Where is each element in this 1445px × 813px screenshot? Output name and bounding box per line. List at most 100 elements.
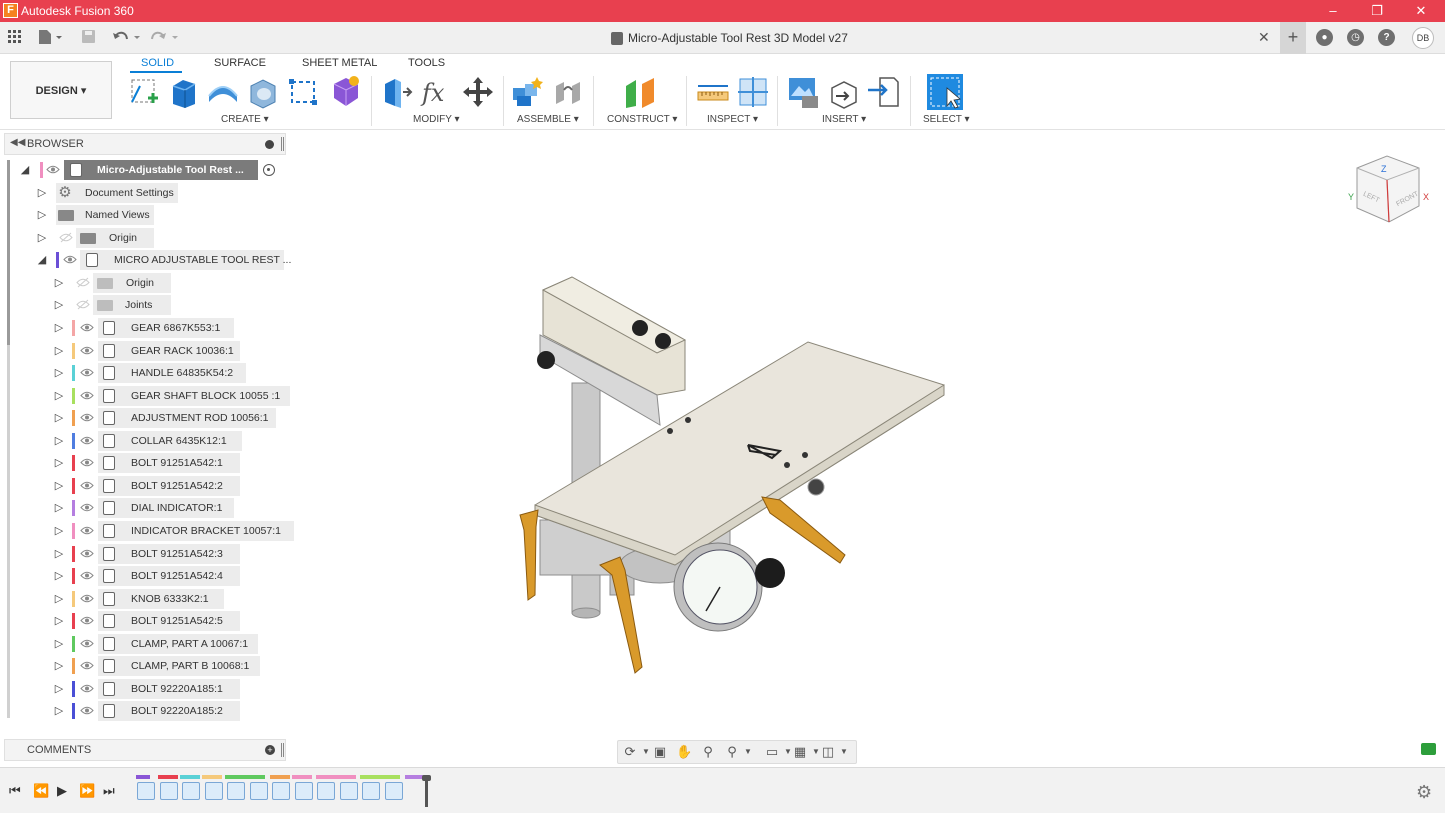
save-icon[interactable] bbox=[81, 29, 97, 45]
browser-part-row[interactable]: ▷ KNOB 6333K2:1 bbox=[14, 589, 286, 609]
browser-part-row[interactable]: ▷ BOLT 91251A542:3 bbox=[14, 544, 286, 564]
press-pull-icon[interactable] bbox=[379, 74, 415, 110]
go-to-start-icon[interactable]: ⏮ bbox=[9, 783, 21, 799]
browser-part-row[interactable]: ▷ BOLT 91251A542:2 bbox=[14, 476, 286, 496]
timeline-settings-gear-icon[interactable]: ⚙ bbox=[1416, 782, 1432, 803]
extrude-icon[interactable] bbox=[165, 74, 201, 110]
move-copy-icon[interactable] bbox=[460, 74, 496, 110]
expand-arrow-icon[interactable]: ▷ bbox=[53, 434, 65, 447]
browser-item-named-views[interactable]: ▷ Named Views bbox=[14, 205, 286, 225]
expand-arrow-icon[interactable]: ▷ bbox=[53, 298, 65, 311]
help-icon[interactable]: ? bbox=[1378, 29, 1395, 46]
go-to-end-icon[interactable]: ⏭ bbox=[103, 783, 115, 799]
browser-part-row[interactable]: ▷ CLAMP, PART B 10068:1 bbox=[14, 656, 286, 676]
browser-part-row[interactable]: ▷ ADJUSTMENT ROD 10056:1 bbox=[14, 408, 286, 428]
browser-collapse-button[interactable] bbox=[265, 140, 274, 149]
browser-subitem-origin[interactable]: ▷ Origin bbox=[14, 273, 286, 293]
pan-hand-icon[interactable]: ✋ bbox=[676, 745, 692, 759]
timeline-feature-icon[interactable] bbox=[362, 782, 380, 800]
model-viewport[interactable] bbox=[500, 265, 960, 685]
expand-arrow-icon[interactable]: ▷ bbox=[53, 659, 65, 672]
user-avatar[interactable]: DB bbox=[1412, 27, 1434, 49]
create-menu[interactable]: CREATE ▾ bbox=[221, 114, 269, 125]
visibility-eye-icon[interactable] bbox=[80, 480, 94, 491]
assemble-menu[interactable]: ASSEMBLE ▾ bbox=[517, 114, 579, 125]
zoom-icon[interactable]: ⚲ bbox=[700, 745, 716, 759]
expand-arrow-icon[interactable]: ▷ bbox=[53, 547, 65, 560]
close-button[interactable]: ✕ bbox=[1406, 2, 1436, 20]
restore-button[interactable]: ❐ bbox=[1362, 2, 1392, 20]
visibility-eye-icon[interactable] bbox=[80, 683, 94, 694]
select-icon[interactable] bbox=[927, 74, 963, 110]
look-at-icon[interactable]: ▣ bbox=[652, 745, 668, 759]
visibility-eye-icon[interactable] bbox=[80, 390, 94, 401]
browser-part-row[interactable]: ▷ BOLT 91251A542:5 bbox=[14, 611, 286, 631]
new-component-icon[interactable] bbox=[509, 74, 545, 110]
viewports-dropdown-icon[interactable]: ▼ bbox=[836, 745, 852, 759]
browser-part-row[interactable]: ▷ COLLAR 6435K12:1 bbox=[14, 431, 286, 451]
timeline-feature-icon[interactable] bbox=[272, 782, 290, 800]
visibility-eye-icon[interactable] bbox=[63, 254, 77, 265]
extensions-icon[interactable]: ● bbox=[1316, 29, 1333, 46]
hidden-eye-icon[interactable] bbox=[76, 299, 90, 310]
activate-component-icon[interactable] bbox=[263, 164, 275, 176]
expand-arrow-icon[interactable]: ▷ bbox=[36, 231, 48, 244]
browser-part-row[interactable]: ▷ CLAMP, PART A 10067:1 bbox=[14, 634, 286, 654]
browser-item-origin[interactable]: ▷ Origin bbox=[14, 228, 286, 248]
browser-part-row[interactable]: ▷ GEAR RACK 10036:1 bbox=[14, 341, 286, 361]
expand-arrow-icon[interactable]: ▷ bbox=[53, 524, 65, 537]
browser-part-row[interactable]: ▷ INDICATOR BRACKET 10057:1 bbox=[14, 521, 294, 541]
step-back-icon[interactable]: ⏪ bbox=[33, 783, 49, 799]
parameters-fx-icon[interactable]: fx bbox=[419, 74, 455, 110]
expand-arrow-icon[interactable]: ▷ bbox=[53, 344, 65, 357]
step-forward-icon[interactable]: ⏩ bbox=[79, 783, 95, 799]
expand-arrow-icon[interactable]: ▷ bbox=[53, 366, 65, 379]
orbit-icon[interactable]: ⟳ bbox=[622, 745, 638, 759]
timeline-feature-icon[interactable] bbox=[182, 782, 200, 800]
play-icon[interactable]: ▶ bbox=[57, 783, 67, 799]
expand-arrow-icon[interactable]: ▷ bbox=[53, 614, 65, 627]
add-comment-button[interactable]: + bbox=[265, 745, 275, 755]
new-tab-button[interactable]: + bbox=[1280, 22, 1306, 54]
timeline-feature-icon[interactable] bbox=[159, 782, 178, 800]
job-status-icon[interactable]: ◷ bbox=[1347, 29, 1364, 46]
visibility-eye-icon[interactable] bbox=[80, 435, 94, 446]
box-icon[interactable] bbox=[285, 74, 321, 110]
visibility-eye-icon[interactable] bbox=[80, 457, 94, 468]
tab-solid[interactable]: SOLID bbox=[141, 57, 174, 69]
timeline-feature-icon[interactable] bbox=[204, 782, 223, 800]
visibility-eye-icon[interactable] bbox=[80, 548, 94, 559]
comment-chat-icon[interactable] bbox=[1421, 743, 1436, 755]
collapse-arrow-icon[interactable]: ◢ bbox=[36, 253, 48, 266]
visibility-eye-icon[interactable] bbox=[80, 638, 94, 649]
timeline-feature-icon[interactable] bbox=[384, 782, 403, 800]
browser-part-row[interactable]: ▷ BOLT 91251A542:4 bbox=[14, 566, 286, 586]
insert-menu[interactable]: INSERT ▾ bbox=[822, 114, 866, 125]
joint-icon[interactable] bbox=[550, 74, 586, 110]
fit-dropdown-icon[interactable]: ▼ bbox=[740, 745, 756, 759]
minimize-button[interactable]: – bbox=[1318, 2, 1348, 20]
timeline-feature-icon[interactable] bbox=[317, 782, 335, 800]
browser-part-row[interactable]: ▷ GEAR SHAFT BLOCK 10055 :1 bbox=[14, 386, 290, 406]
expand-arrow-icon[interactable]: ▷ bbox=[53, 411, 65, 424]
viewports-icon[interactable]: ◫ bbox=[820, 745, 836, 759]
insert-canvas-icon[interactable] bbox=[786, 74, 822, 110]
form-icon[interactable] bbox=[326, 74, 362, 110]
visibility-eye-icon[interactable] bbox=[80, 525, 94, 536]
browser-part-row[interactable]: ▷ DIAL INDICATOR:1 bbox=[14, 498, 286, 518]
timeline-feature-icon[interactable] bbox=[227, 782, 245, 800]
expand-arrow-icon[interactable]: ▷ bbox=[53, 276, 65, 289]
collapse-arrow-icon[interactable]: ◢ bbox=[19, 163, 31, 176]
visibility-eye-icon[interactable] bbox=[80, 322, 94, 333]
tab-sheet-metal[interactable]: SHEET METAL bbox=[302, 57, 377, 69]
expand-arrow-icon[interactable]: ▷ bbox=[36, 208, 48, 221]
display-settings-icon[interactable]: ▭ bbox=[764, 745, 780, 759]
visibility-eye-icon[interactable] bbox=[80, 705, 94, 716]
hidden-eye-icon[interactable] bbox=[76, 277, 90, 288]
redo-icon[interactable] bbox=[150, 29, 180, 45]
browser-part-row[interactable]: ▷ GEAR 6867K553:1 bbox=[14, 318, 286, 338]
measure-icon[interactable] bbox=[695, 74, 731, 110]
visibility-eye-icon[interactable] bbox=[80, 570, 94, 581]
panel-grip-handle[interactable] bbox=[281, 743, 284, 757]
timeline-feature-icon[interactable] bbox=[339, 782, 358, 800]
